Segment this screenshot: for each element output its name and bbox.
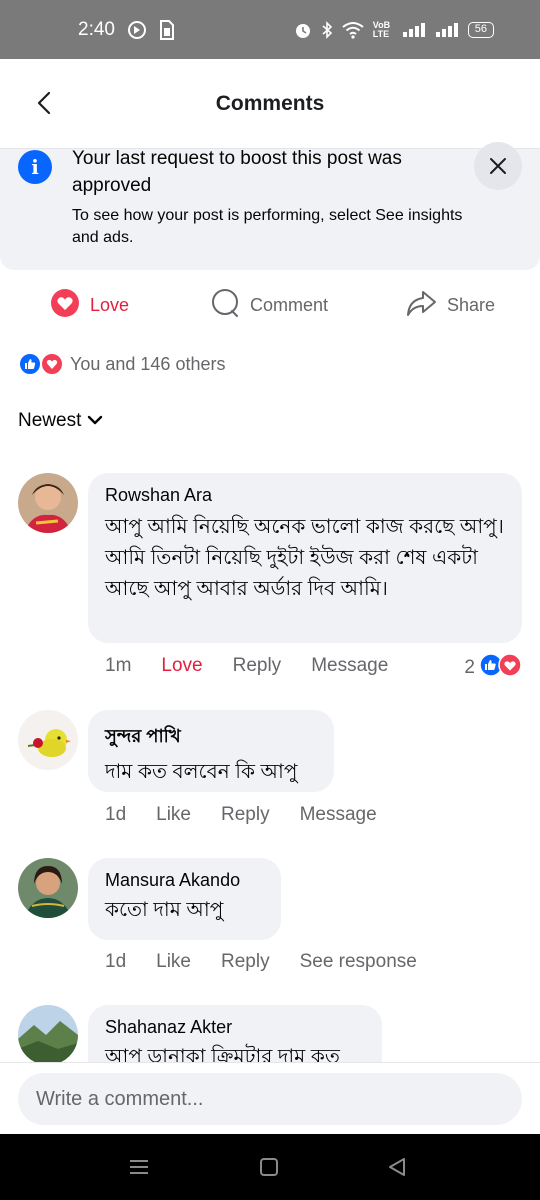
signal-strength-icon-2: [435, 22, 459, 38]
comment-meta: 1m Love Reply Message: [105, 655, 418, 677]
battery-indicator: 56: [467, 21, 494, 38]
avatar[interactable]: [18, 1005, 78, 1062]
share-button[interactable]: Share: [405, 283, 495, 327]
comment-bubble[interactable]: Mansura Akando কতো দাম আপু: [88, 858, 281, 940]
comments-header: Comments: [0, 59, 540, 149]
love-reaction-icon: [498, 653, 522, 683]
love-button[interactable]: Love: [50, 283, 129, 327]
share-label: Share: [447, 294, 496, 315]
reply-button[interactable]: Reply: [221, 804, 270, 826]
comment-bubble[interactable]: সুন্দর পাখি দাম কত বলবেন কি আপু: [88, 710, 334, 792]
like-button[interactable]: Like: [156, 804, 191, 826]
comment-bubble[interactable]: Rowshan Ara আপু আমি নিয়েছি অনেক ভালো কা…: [88, 473, 522, 643]
write-comment-input[interactable]: Write a comment...: [18, 1073, 522, 1125]
wifi-icon: [342, 21, 364, 39]
system-navigation-bar: [0, 1134, 540, 1200]
network-type-label: VoB LTE: [372, 19, 391, 39]
back-triangle-icon[interactable]: [382, 1152, 412, 1182]
chevron-down-icon: [87, 410, 103, 432]
reaction-button[interactable]: Love: [161, 655, 202, 677]
chevron-left-icon: [37, 91, 51, 115]
love-heart-icon: [50, 288, 80, 323]
avatar[interactable]: [18, 473, 78, 533]
reply-button[interactable]: Reply: [233, 655, 282, 677]
menu-icon[interactable]: [124, 1152, 154, 1182]
comment-time: 1m: [105, 655, 132, 676]
comment-item: Shahanaz Akter আপু ডানাকা ক্রিমটার দাম ক…: [0, 1000, 540, 1062]
comment-bubble[interactable]: Shahanaz Akter আপু ডানাকা ক্রিমটার দাম ক…: [88, 1005, 382, 1062]
bluetooth-icon: [321, 20, 333, 39]
do-not-disturb-icon: [127, 20, 147, 40]
back-button[interactable]: [30, 89, 58, 117]
love-reaction-icon: [40, 352, 64, 376]
like-button[interactable]: Like: [156, 951, 191, 973]
reaction-count-text: 2: [464, 657, 475, 678]
reply-button[interactable]: Reply: [221, 951, 270, 973]
comment-button[interactable]: Comment: [210, 283, 328, 327]
commenter-name[interactable]: Mansura Akando: [105, 870, 264, 891]
post-actions: Love Comment Share: [0, 283, 540, 327]
sim-card-icon: [159, 19, 175, 40]
home-icon[interactable]: [254, 1152, 284, 1182]
boost-banner-title: Your last request to boost this post was…: [72, 148, 402, 196]
avatar[interactable]: [18, 858, 78, 918]
commenter-name[interactable]: সুন্দর পাখি: [105, 722, 317, 753]
share-arrow-icon: [405, 288, 437, 323]
love-label: Love: [90, 294, 130, 315]
comment-time: 1d: [105, 804, 127, 825]
sort-dropdown[interactable]: Newest: [18, 410, 103, 432]
avatar[interactable]: [18, 710, 78, 770]
reaction-summary-text: You and 146 others: [70, 353, 226, 374]
see-response-button[interactable]: See response: [300, 951, 417, 973]
status-bar: 2:40 VoB LTE 56: [0, 0, 540, 59]
comment-text: আপু ডানাকা ক্রিমটার দাম কত: [105, 1046, 340, 1062]
status-time: 2:40: [78, 18, 115, 40]
close-icon: [490, 158, 506, 174]
close-banner-button[interactable]: [474, 142, 522, 190]
comment-text: আপু আমি নিয়েছি অনেক ভালো কাজ করছে আপু। …: [105, 516, 504, 600]
comment-meta: 1d Like Reply See response: [105, 951, 447, 973]
boost-banner-description: To see how your post is performing, sele…: [72, 207, 463, 246]
comment-reaction-count[interactable]: 2: [464, 653, 522, 683]
alarm-icon: [294, 21, 312, 39]
comment-bubble-icon: [210, 288, 240, 323]
comment-text: কতো দাম আপু: [105, 899, 224, 921]
comment-label: Comment: [250, 294, 329, 315]
commenter-name[interactable]: Rowshan Ara: [105, 485, 505, 506]
comment-composer: Write a comment...: [0, 1062, 540, 1134]
comment-text: দাম কত বলবেন কি আপু: [105, 761, 298, 783]
message-button[interactable]: Message: [311, 655, 388, 677]
sort-label: Newest: [18, 410, 82, 431]
commenter-name[interactable]: Shahanaz Akter: [105, 1017, 365, 1038]
info-icon: i: [18, 150, 52, 184]
signal-strength-icon: [402, 22, 426, 38]
reaction-summary[interactable]: You and 146 others: [18, 352, 225, 376]
message-button[interactable]: Message: [300, 804, 377, 826]
page-title: Comments: [215, 91, 325, 115]
comment-time: 1d: [105, 951, 127, 972]
comment-meta: 1d Like Reply Message: [105, 804, 407, 826]
like-reaction-icon: [18, 352, 42, 376]
